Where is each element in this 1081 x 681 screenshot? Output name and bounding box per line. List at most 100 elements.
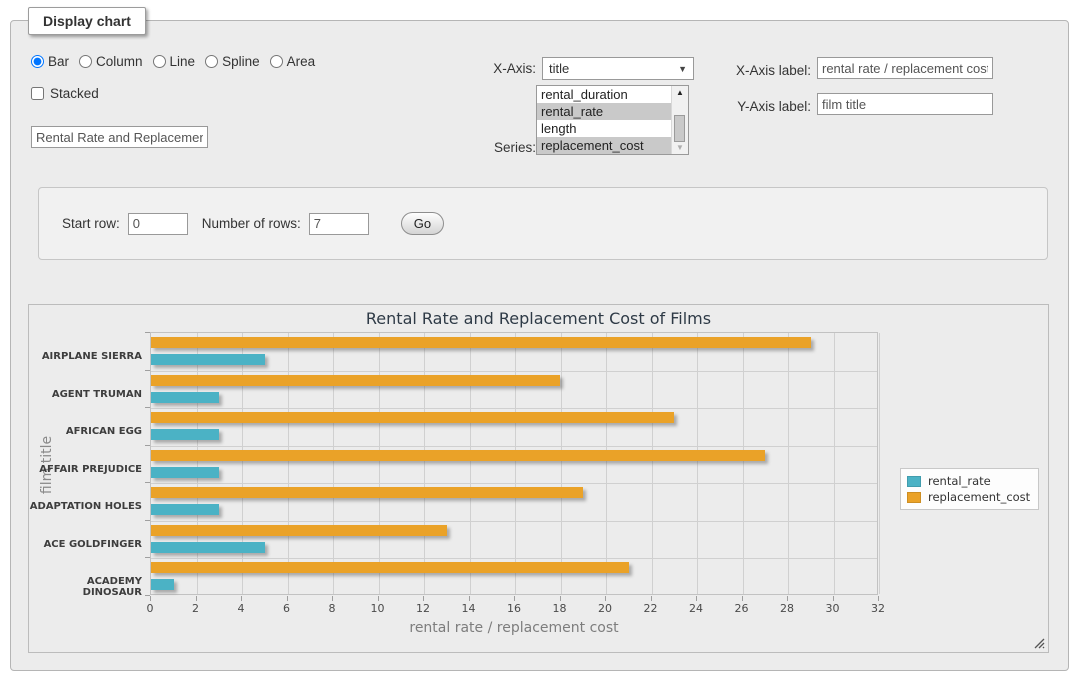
x-tick-mark — [469, 596, 470, 601]
chart-type-text: Bar — [48, 54, 69, 69]
y-axis-label-input[interactable] — [817, 93, 993, 115]
chart-type-radio-line[interactable] — [153, 55, 166, 68]
chart-title: Rental Rate and Replacement Cost of Film… — [29, 309, 1048, 328]
gridline-horizontal — [151, 483, 877, 484]
y-tick-mark — [145, 557, 150, 558]
chart-type-radio-bar[interactable] — [31, 55, 44, 68]
bar-replacement_cost — [151, 337, 811, 348]
bar-rental_rate — [151, 504, 219, 515]
x-axis-select-value: title — [549, 61, 569, 76]
chart-area: Rental Rate and Replacement Cost of Film… — [28, 304, 1049, 653]
bar-rental_rate — [151, 392, 219, 403]
chart-type-radio-column[interactable] — [79, 55, 92, 68]
series-option[interactable]: rental_duration — [537, 86, 671, 103]
stacked-label: Stacked — [50, 86, 99, 101]
y-tick-mark — [145, 445, 150, 446]
gridline-vertical — [379, 333, 380, 594]
category-label: AFRICAN EGG — [29, 426, 142, 437]
series-option[interactable]: replacement_cost — [537, 137, 671, 154]
chart-type-radio-spline[interactable] — [205, 55, 218, 68]
series-option[interactable]: length — [537, 120, 671, 137]
gridline-vertical — [652, 333, 653, 594]
x-tick-label: 14 — [449, 602, 489, 615]
bar-replacement_cost — [151, 375, 560, 386]
chart-type-option-area[interactable]: Area — [270, 54, 316, 69]
gridline-horizontal — [151, 558, 877, 559]
x-tick-label: 26 — [722, 602, 762, 615]
chart-type-option-spline[interactable]: Spline — [205, 54, 260, 69]
series-listbox[interactable]: rental_durationrental_ratelengthreplacem… — [536, 85, 689, 155]
gridline-horizontal — [151, 408, 877, 409]
gridline-vertical — [515, 333, 516, 594]
gridline-horizontal — [151, 446, 877, 447]
chart-type-text: Column — [96, 54, 143, 69]
gridline-vertical — [788, 333, 789, 594]
bar-rental_rate — [151, 579, 174, 590]
chart-title-input[interactable] — [31, 126, 208, 148]
num-rows-label: Number of rows: — [202, 216, 301, 231]
num-rows-input[interactable] — [309, 213, 369, 235]
y-tick-mark — [145, 520, 150, 521]
bar-rental_rate — [151, 467, 219, 478]
chart-type-text: Line — [170, 54, 196, 69]
gridline-vertical — [697, 333, 698, 594]
scroll-down-icon[interactable]: ▼ — [672, 143, 688, 152]
gridline-vertical — [333, 333, 334, 594]
x-axis-label-input[interactable] — [817, 57, 993, 79]
gridline-vertical — [606, 333, 607, 594]
x-tick-label: 18 — [540, 602, 580, 615]
chart-type-option-bar[interactable]: Bar — [31, 54, 69, 69]
y-tick-mark — [145, 482, 150, 483]
gridline-vertical — [242, 333, 243, 594]
bar-replacement_cost — [151, 525, 447, 536]
rows-box: Start row: Number of rows: Go — [38, 187, 1048, 260]
x-tick-label: 28 — [767, 602, 807, 615]
scrollbar-thumb[interactable] — [674, 115, 685, 142]
listbox-scrollbar[interactable]: ▲ ▼ — [671, 86, 688, 154]
resize-grip-icon[interactable] — [1033, 637, 1045, 649]
stacked-checkbox[interactable] — [31, 87, 44, 100]
x-tick-label: 12 — [403, 602, 443, 615]
x-tick-mark — [423, 596, 424, 601]
gridline-vertical — [424, 333, 425, 594]
series-option[interactable]: rental_rate — [537, 103, 671, 120]
x-tick-label: 4 — [221, 602, 261, 615]
legend-swatch — [907, 476, 921, 487]
chart-type-option-column[interactable]: Column — [79, 54, 143, 69]
chart-type-group: Bar Column Line Spline Area — [31, 54, 325, 69]
go-button[interactable]: Go — [401, 212, 444, 235]
gridline-vertical — [288, 333, 289, 594]
x-tick-label: 22 — [631, 602, 671, 615]
chart-type-radio-area[interactable] — [270, 55, 283, 68]
dropdown-arrow-icon: ▼ — [678, 64, 687, 74]
x-tick-mark — [560, 596, 561, 601]
x-tick-label: 2 — [176, 602, 216, 615]
gridline-vertical — [743, 333, 744, 594]
category-label: AGENT TRUMAN — [29, 389, 142, 400]
stacked-row: Stacked — [31, 86, 99, 101]
bar-replacement_cost — [151, 450, 765, 461]
gridline-vertical — [834, 333, 835, 594]
chart-legend: rental_ratereplacement_cost — [900, 468, 1039, 510]
x-axis-label-label: X-Axis label: — [719, 63, 811, 78]
x-tick-label: 8 — [312, 602, 352, 615]
start-row-input[interactable] — [128, 213, 188, 235]
display-chart-panel: Display chart BarColumnLineSplineArea St… — [10, 20, 1069, 671]
series-options: rental_durationrental_ratelengthreplacem… — [537, 86, 671, 154]
scroll-up-icon[interactable]: ▲ — [672, 88, 688, 97]
series-label: Series: — [466, 140, 536, 155]
x-axis-select-label: X-Axis: — [466, 61, 536, 76]
chart-type-option-line[interactable]: Line — [153, 54, 196, 69]
x-tick-mark — [287, 596, 288, 601]
category-label: ACE GOLDFINGER — [29, 539, 142, 550]
x-tick-mark — [332, 596, 333, 601]
category-label: AFFAIR PREJUDICE — [29, 464, 142, 475]
start-row-label: Start row: — [62, 216, 120, 231]
x-tick-label: 0 — [130, 602, 170, 615]
x-tick-label: 30 — [813, 602, 853, 615]
y-tick-mark — [145, 370, 150, 371]
y-axis-label-label: Y-Axis label: — [719, 99, 811, 114]
x-axis-select[interactable]: title ▼ — [542, 57, 694, 80]
panel-title: Display chart — [28, 7, 146, 35]
chart-type-text: Spline — [222, 54, 260, 69]
